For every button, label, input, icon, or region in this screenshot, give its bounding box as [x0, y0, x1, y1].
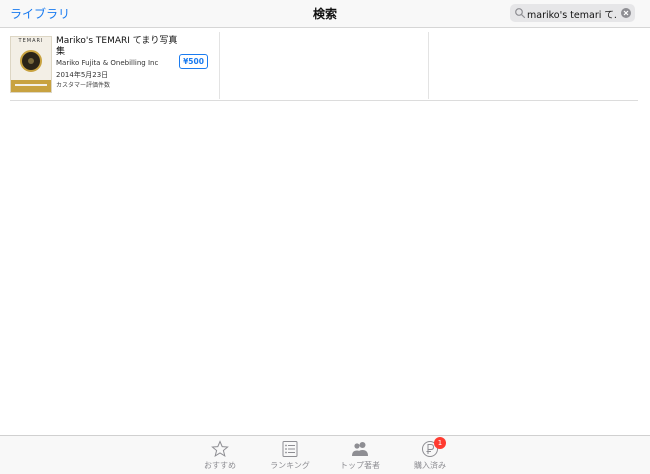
- navigation-bar: ライブラリ 検索 mariko's temari て...: [0, 0, 650, 28]
- tab-featured[interactable]: おすすめ: [190, 436, 250, 474]
- tab-ranking[interactable]: ランキング: [260, 436, 320, 474]
- purchased-badge: 1: [434, 437, 446, 449]
- tab-label: ランキング: [270, 461, 310, 470]
- tab-top-authors[interactable]: トップ著者: [330, 436, 390, 474]
- release-date: 2014年5月23日: [56, 71, 109, 79]
- tab-label: トップ著者: [340, 461, 380, 470]
- people-icon: [352, 442, 368, 456]
- cover-title: TEMARI: [18, 38, 44, 44]
- search-results: TEMARI Mariko's TEMARI てまり写真集 Mariko Fuj…: [10, 32, 638, 101]
- clear-search-icon[interactable]: [621, 8, 631, 18]
- tab-purchased[interactable]: 1 購入済み: [400, 436, 460, 474]
- cover-band: [11, 80, 51, 92]
- result-item[interactable]: TEMARI Mariko's TEMARI てまり写真集 Mariko Fuj…: [10, 32, 218, 99]
- tab-label: 購入済み: [414, 461, 446, 470]
- cell-divider: [428, 32, 429, 99]
- tab-label: おすすめ: [204, 461, 236, 470]
- list-icon: [282, 441, 298, 457]
- star-icon: [211, 440, 229, 457]
- book-cover-icon[interactable]: TEMARI: [10, 36, 52, 93]
- tab-bar: おすすめ ランキング トップ著者 1 購入済み: [0, 435, 650, 474]
- book-seller: Mariko Fujita & Onebilling Inc: [56, 59, 159, 67]
- temari-ball-image: [20, 50, 42, 72]
- search-icon: [515, 8, 526, 19]
- rating-count: カスタマー評価件数: [56, 82, 111, 89]
- price-button[interactable]: ¥500: [179, 54, 208, 69]
- cell-divider: [219, 32, 220, 99]
- search-field[interactable]: mariko's temari て...: [510, 4, 635, 22]
- book-title[interactable]: Mariko's TEMARI てまり写真集: [56, 36, 178, 58]
- search-input[interactable]: mariko's temari て...: [527, 7, 617, 21]
